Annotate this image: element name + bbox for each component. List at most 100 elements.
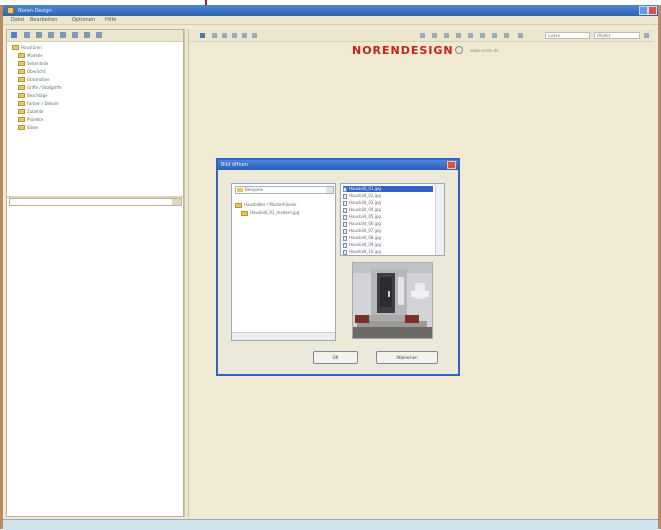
folder-icon bbox=[18, 117, 25, 122]
image-file-icon bbox=[343, 221, 347, 227]
file-list-item[interactable]: Hausbild_10.jpg bbox=[343, 249, 433, 255]
menu-bar bbox=[3, 16, 658, 25]
file-list-item[interactable]: Hausbild_02.jpg bbox=[343, 193, 433, 199]
tool-icon[interactable] bbox=[492, 33, 497, 38]
brand-subtitle: www.noren.de bbox=[470, 48, 499, 53]
tree-item[interactable]: Oberlicht bbox=[18, 69, 45, 76]
image-file-icon bbox=[343, 200, 347, 206]
status-bar bbox=[3, 519, 658, 530]
folder-icon bbox=[18, 125, 25, 130]
image-file-icon bbox=[343, 235, 347, 241]
folder-icon bbox=[18, 109, 25, 114]
file-list-item[interactable]: Hausbild_04.jpg bbox=[343, 207, 433, 213]
file-list-item[interactable]: Hausbild_09.jpg bbox=[343, 242, 433, 248]
dialog-close-icon[interactable] bbox=[447, 161, 456, 169]
tree-item[interactable]: Zubehör bbox=[18, 109, 44, 116]
folder-icon bbox=[18, 53, 25, 58]
folder-icon bbox=[12, 45, 19, 50]
filter-combo[interactable] bbox=[9, 198, 182, 206]
dialog-tree-item[interactable]: Hausbild_01_modern.jpg bbox=[241, 210, 299, 216]
tree-item-root[interactable]: Haustüren bbox=[12, 45, 42, 52]
tree-item[interactable]: Seitenteile bbox=[18, 61, 48, 68]
nav-next-icon[interactable] bbox=[444, 33, 449, 38]
folder-icon bbox=[18, 77, 25, 82]
tree-item[interactable]: Farben / Dekore bbox=[18, 101, 59, 108]
tool-icon[interactable] bbox=[504, 33, 509, 38]
tool-icon[interactable] bbox=[468, 33, 473, 38]
open-image-icon[interactable] bbox=[200, 33, 205, 38]
tree-item[interactable]: Griffe / Stoßgriffe bbox=[18, 85, 62, 92]
tool-icon-4[interactable] bbox=[60, 32, 66, 38]
tool-icon-2[interactable] bbox=[36, 32, 42, 38]
chevron-down-icon[interactable] bbox=[326, 187, 333, 193]
image-preview bbox=[352, 262, 433, 339]
menu-optionen[interactable]: Optionen bbox=[72, 17, 95, 23]
house-door-preview bbox=[353, 263, 432, 338]
save-icon[interactable] bbox=[212, 33, 217, 38]
image-file-icon bbox=[343, 207, 347, 213]
tool-icon-7[interactable] bbox=[96, 32, 102, 38]
nav-first-icon[interactable] bbox=[420, 33, 425, 38]
chevron-down-icon[interactable] bbox=[172, 199, 181, 205]
tool-icon[interactable] bbox=[518, 33, 523, 38]
view-icon[interactable] bbox=[11, 32, 17, 38]
tool-icon-3[interactable] bbox=[48, 32, 54, 38]
zoom-in-icon[interactable] bbox=[232, 33, 237, 38]
tree-item[interactable]: Bilder bbox=[18, 125, 39, 132]
tool-icon-1[interactable] bbox=[24, 32, 30, 38]
tree-item[interactable]: Projekte bbox=[18, 117, 43, 124]
dialog-tree-hscroll[interactable] bbox=[232, 332, 335, 340]
window-title: Noren Design bbox=[18, 8, 52, 14]
file-list-item[interactable]: Hausbild_01.jpg bbox=[343, 186, 433, 192]
brand-emblem-icon bbox=[455, 46, 463, 54]
left-toolbar bbox=[7, 30, 183, 42]
folder-icon bbox=[18, 101, 25, 106]
tool-icon-6[interactable] bbox=[84, 32, 90, 38]
dialog-tree-item[interactable]: Hausbilder / Musterhäuser bbox=[235, 202, 297, 208]
nav-last-icon[interactable] bbox=[456, 33, 461, 38]
tool-icon-5[interactable] bbox=[72, 32, 78, 38]
image-file-icon bbox=[343, 249, 347, 255]
dialog-file-list-scrollbar[interactable] bbox=[435, 184, 444, 255]
title-bar[interactable] bbox=[3, 5, 658, 16]
folder-icon bbox=[241, 210, 248, 216]
app-icon bbox=[7, 7, 14, 14]
undo-icon[interactable] bbox=[252, 33, 257, 38]
image-file-icon bbox=[343, 214, 347, 220]
minimize-icon[interactable] bbox=[639, 6, 648, 15]
cancel-button[interactable]: Abbrechen bbox=[376, 351, 438, 364]
file-list-item[interactable]: Hausbild_06.jpg bbox=[343, 221, 433, 227]
nav-prev-icon[interactable] bbox=[432, 33, 437, 38]
menu-hilfe[interactable]: Hilfe bbox=[105, 17, 116, 23]
image-file-icon bbox=[343, 228, 347, 234]
image-file-icon bbox=[343, 186, 347, 192]
print-icon[interactable] bbox=[222, 33, 227, 38]
menu-bearbeiten[interactable]: Bearbeiten bbox=[30, 17, 57, 23]
tree-item[interactable]: Beschläge bbox=[18, 93, 48, 100]
menu-datei[interactable]: Datei bbox=[11, 17, 24, 23]
dialog-file-list[interactable]: Hausbild_01.jpg Hausbild_02.jpg Hausbild… bbox=[340, 183, 445, 256]
close-icon[interactable] bbox=[648, 6, 657, 15]
folder-icon bbox=[18, 93, 25, 98]
file-list-item[interactable]: Hausbild_07.jpg bbox=[343, 228, 433, 234]
folder-icon bbox=[18, 69, 25, 74]
tree-item[interactable]: Modelle bbox=[18, 53, 43, 60]
folder-icon bbox=[235, 202, 242, 208]
zoom-out-icon[interactable] bbox=[242, 33, 247, 38]
vertical-splitter[interactable] bbox=[184, 29, 189, 517]
ok-button[interactable]: OK bbox=[313, 351, 358, 364]
dialog-location-value: Beispiele bbox=[245, 187, 264, 192]
toolbar-field-1[interactable]: Laden bbox=[545, 32, 590, 39]
tree-item[interactable]: Glasmotive bbox=[18, 77, 50, 84]
folder-icon bbox=[237, 188, 243, 192]
image-file-icon bbox=[343, 193, 347, 199]
dialog-title-bar[interactable] bbox=[218, 160, 458, 170]
file-list-item[interactable]: Hausbild_03.jpg bbox=[343, 200, 433, 206]
tool-icon[interactable] bbox=[480, 33, 485, 38]
folder-icon bbox=[18, 61, 25, 66]
file-list-item[interactable]: Hausbild_08.jpg bbox=[343, 235, 433, 241]
dialog-title: Bild öffnen bbox=[221, 162, 248, 168]
chevron-down-icon[interactable] bbox=[644, 33, 649, 38]
toolbar-field-2[interactable]: Objekt bbox=[594, 32, 640, 39]
file-list-item[interactable]: Hausbild_05.jpg bbox=[343, 214, 433, 220]
